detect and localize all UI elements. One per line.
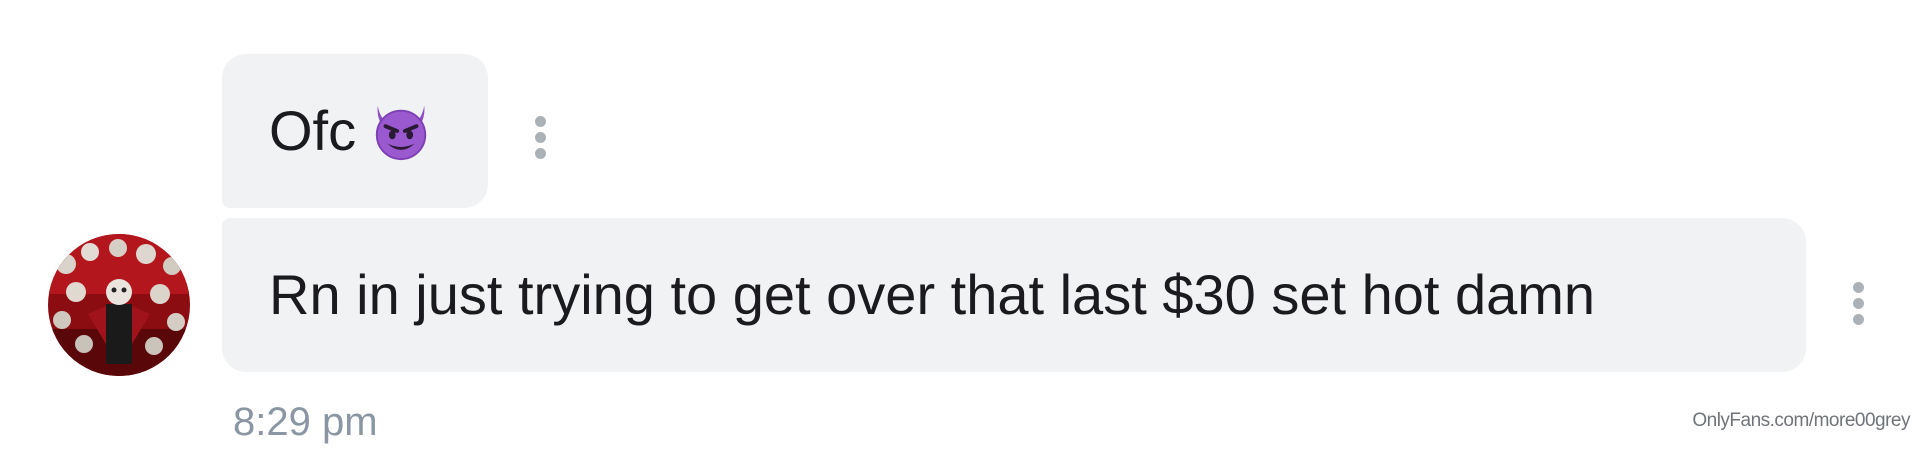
message-bubble[interactable]: Ofc (222, 54, 488, 208)
message-menu-icon[interactable] (1850, 282, 1866, 332)
message-menu-icon[interactable] (532, 116, 548, 166)
message-bubble[interactable]: Rn in just trying to get over that last … (222, 218, 1806, 372)
message-text: Rn in just trying to get over that last … (269, 263, 1596, 326)
message-text: Ofc (269, 99, 357, 162)
smiling-imp-emoji-icon (375, 105, 427, 161)
watermark-text: OnlyFans.com/more00grey (1692, 410, 1910, 431)
avatar[interactable] (48, 234, 190, 376)
message-timestamp: 8:29 pm (233, 400, 378, 444)
avatar-image (48, 234, 190, 376)
